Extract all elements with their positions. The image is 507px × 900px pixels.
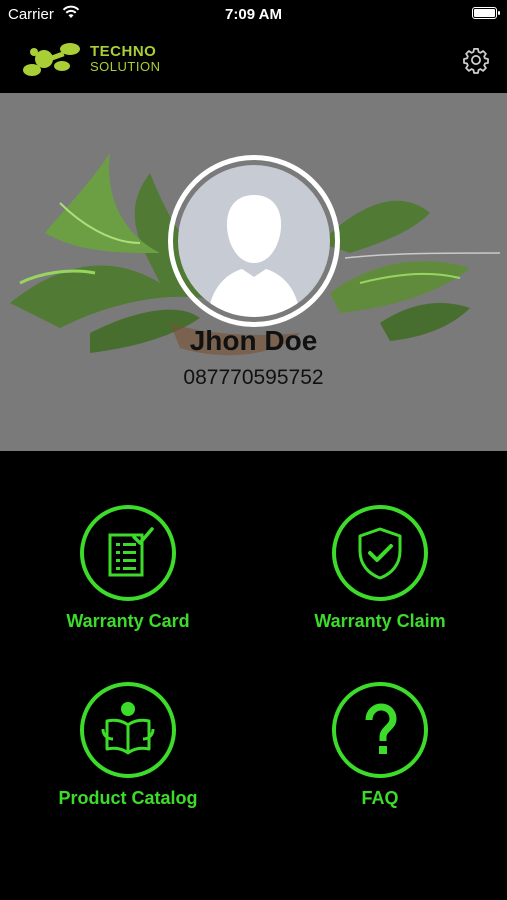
menu-item-product-catalog[interactable]: Product Catalog [18,682,238,809]
brand-line-techno: TECHNO [90,43,157,60]
brand-line-solution: SOLUTION [90,59,161,74]
techno-solution-logo [23,43,80,76]
menu-label-warranty-claim: Warranty Claim [314,611,446,631]
reading-person-icon [80,682,176,778]
menu-item-warranty-card[interactable]: Warranty Card [18,505,238,632]
nav-bar: TECHNO SOLUTION [0,30,507,93]
menu-label-faq: FAQ [361,788,399,808]
status-bar: Carrier 7:09 AM [0,0,507,30]
profile-hero: Jhon Doe 087770595752 [0,93,507,451]
profile-name: Jhon Doe [189,325,318,356]
shield-check-icon [332,505,428,601]
menu-label-warranty-card: Warranty Card [66,611,190,631]
default-avatar-icon [178,165,330,317]
status-time: 7:09 AM [225,6,282,23]
avatar-ring[interactable] [168,155,340,327]
gear-icon[interactable] [462,46,490,74]
menu-item-warranty-claim[interactable]: Warranty Claim [270,505,490,632]
battery-icon [472,7,500,19]
profile-phone: 087770595752 [183,366,324,389]
warranty-card-icon [80,505,176,601]
brand-wordmark: TECHNO SOLUTION [90,44,160,74]
menu-label-product-catalog: Product Catalog [58,788,198,808]
question-mark-icon [332,682,428,778]
menu-item-faq[interactable]: FAQ [270,682,490,809]
